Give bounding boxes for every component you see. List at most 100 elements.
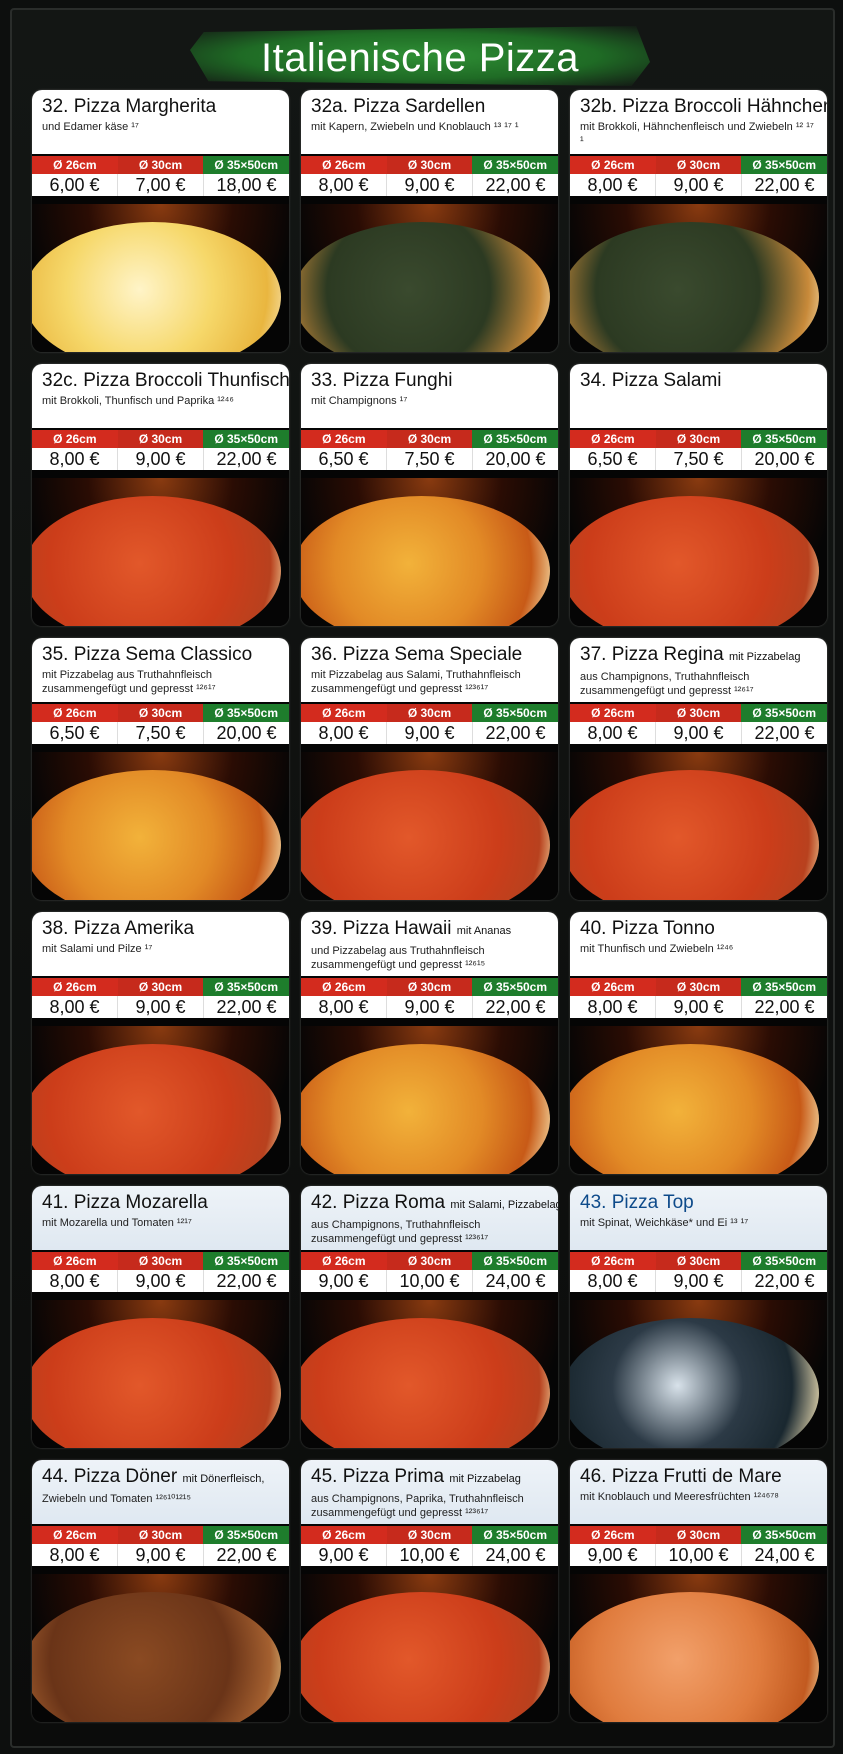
pizza-card[interactable]: 32c. Pizza Broccoli Thunfisch mit Brokkol… [32, 364, 289, 626]
pizza-card-header: 46. Pizza Frutti de Mare mit Knoblauch un… [570, 1460, 827, 1524]
pizza-card[interactable]: 42. Pizza Roma mit Salami, Pizzabelag aus… [301, 1186, 558, 1448]
pizza-photo [570, 1574, 827, 1722]
pizza-name-text: 32. Pizza Margherita [42, 96, 217, 117]
pizza-name: 32a. Pizza Sardellen [311, 96, 550, 118]
price-p30: 9,00 € [118, 1270, 204, 1292]
price-row: 8,00 €9,00 € 22,00 € [301, 722, 558, 744]
pizza-card-header: 37. Pizza Regina mit Pizzabelag aus Champ… [570, 638, 827, 702]
pizza-image [570, 770, 819, 900]
pizza-card[interactable]: 44. Pizza Döner mit Dönerfleisch, Zwiebel… [32, 1460, 289, 1722]
pizza-description: mit Kapern, Zwiebeln und Knoblauch ¹³ ¹⁷… [311, 121, 519, 133]
pizza-card[interactable]: 41. Pizza Mozarella mit Mozarella und Tom… [32, 1186, 289, 1448]
pizza-photo [570, 1026, 827, 1174]
size-label-l: Ø 35×50cm [741, 978, 827, 996]
pizza-photo [32, 1300, 289, 1448]
pizza-card-header: 34. Pizza Salami [570, 364, 827, 428]
pizza-card[interactable]: 37. Pizza Regina mit Pizzabelag aus Champ… [570, 638, 827, 900]
pizza-card-header: 40. Pizza Tonno mit Thunfisch und Zwiebel… [570, 912, 827, 976]
size-row: Ø 26cm Ø 30cm Ø 35×50cm [301, 1526, 558, 1544]
price-p26: 6,00 € [32, 174, 118, 196]
price-p26: 8,00 € [570, 174, 656, 196]
size-label-s: Ø 26cm [32, 978, 118, 996]
price-p30: 9,00 € [656, 1270, 742, 1292]
price-p26: 8,00 € [301, 996, 387, 1018]
size-label-l: Ø 35×50cm [203, 1526, 289, 1544]
pizza-name-text: 34. Pizza Salami [580, 370, 722, 391]
price-row: 9,00 €10,00 € 24,00 € [570, 1544, 827, 1566]
price-row: 8,00 €9,00 € 22,00 € [32, 1270, 289, 1292]
size-label-s: Ø 26cm [570, 1526, 656, 1544]
pizza-name-suffix: mit Dönerfleisch, [182, 1473, 265, 1485]
pizza-card[interactable]: 32a. Pizza Sardellen mit Kapern, Zwiebeln… [301, 90, 558, 352]
pizza-card[interactable]: 40. Pizza Tonno mit Thunfisch und Zwiebel… [570, 912, 827, 1174]
size-label-l: Ø 35×50cm [472, 430, 558, 448]
pizza-name: 44. Pizza Döner mit Dönerfleisch, [42, 1466, 281, 1490]
pizza-name-suffix: mit Pizzabelag [728, 651, 801, 663]
size-label-m: Ø 30cm [386, 430, 473, 448]
price-row: 8,00 €9,00 € 22,00 € [32, 1544, 289, 1566]
price-p26: 8,00 € [570, 722, 656, 744]
pizza-card-header: 33. Pizza Funghi mit Champignons ¹⁷ [301, 364, 558, 428]
pizza-description: mit Pizzabelag aus Salami, Truthahnfleis… [311, 669, 521, 695]
pizza-name-text: 38. Pizza Amerika [42, 918, 195, 939]
pizza-image [570, 222, 819, 352]
size-label-m: Ø 30cm [117, 1526, 204, 1544]
pizza-description: aus Champignons, Truthahnfleisch zusamme… [311, 1219, 489, 1245]
price-row: 8,00 €9,00 € 22,00 € [570, 722, 827, 744]
pizza-card[interactable]: 43. Pizza Top mit Spinat, Weichkäse* und … [570, 1186, 827, 1448]
pizza-card[interactable]: 38. Pizza Amerika mit Salami und Pilze ¹⁷… [32, 912, 289, 1174]
pizza-card-header: 41. Pizza Mozarella mit Mozarella und Tom… [32, 1186, 289, 1250]
pizza-name: 35. Pizza Sema Classico [42, 644, 281, 666]
pizza-card[interactable]: 46. Pizza Frutti de Mare mit Knoblauch un… [570, 1460, 827, 1722]
pizza-name: 32b. Pizza Broccoli Hähnchen [580, 96, 827, 118]
pizza-card[interactable]: 32b. Pizza Broccoli Hähnchen mit Brokkoli… [570, 90, 827, 352]
pizza-name-text: 40. Pizza Tonno [580, 918, 715, 939]
pizza-card[interactable]: 39. Pizza Hawaii mit Ananas und Pizzabela… [301, 912, 558, 1174]
pizza-card-header: 32b. Pizza Broccoli Hähnchen mit Brokkoli… [570, 90, 827, 154]
pizza-name-text: 37. Pizza Regina [580, 644, 724, 665]
pizza-card[interactable]: 32. Pizza Margherita und Edamer käse ¹⁷ Ø … [32, 90, 289, 352]
pizza-name-text: 33. Pizza Funghi [311, 370, 453, 391]
size-label-m: Ø 30cm [386, 1526, 473, 1544]
pizza-name: 34. Pizza Salami [580, 370, 819, 392]
size-label-m: Ø 30cm [655, 1526, 742, 1544]
price-p26: 8,00 € [32, 448, 118, 470]
price-p35: 22,00 € [754, 174, 815, 195]
pizza-name: 36. Pizza Sema Speciale [311, 644, 550, 666]
pizza-name-suffix: mit Pizzabelag [449, 1473, 521, 1485]
price-p30: 10,00 € [656, 1544, 742, 1566]
pizza-name: 40. Pizza Tonno [580, 918, 819, 940]
price-p35: 18,00 € [216, 174, 277, 195]
pizza-photo [301, 1026, 558, 1174]
pizza-description: mit Pizzabelag aus Truthahnfleisch zusam… [42, 669, 216, 695]
pizza-image [301, 770, 550, 900]
price-p30: 9,00 € [118, 448, 204, 470]
size-row: Ø 26cm Ø 30cm Ø 35×50cm [570, 978, 827, 996]
price-row: 8,00 €9,00 € 22,00 € [570, 996, 827, 1018]
price-p26: 6,50 € [301, 448, 387, 470]
pizza-photo [301, 1300, 558, 1448]
pizza-card[interactable]: 34. Pizza Salami Ø 26cm Ø 30cm Ø 35×50cm 6,5… [570, 364, 827, 626]
price-row: 6,00 €7,00 € 18,00 € [32, 174, 289, 196]
size-label-s: Ø 26cm [301, 156, 387, 174]
size-label-s: Ø 26cm [301, 1252, 387, 1270]
size-row: Ø 26cm Ø 30cm Ø 35×50cm [570, 156, 827, 174]
size-label-m: Ø 30cm [655, 704, 742, 722]
pizza-card[interactable]: 45. Pizza Prima mit Pizzabelag aus Champi… [301, 1460, 558, 1722]
pizza-name: 43. Pizza Top [580, 1192, 819, 1214]
pizza-name-suffix: mit Salami, Pizzabelag [450, 1199, 558, 1211]
pizza-name-text: 45. Pizza Prima [311, 1466, 445, 1487]
price-p26: 8,00 € [570, 1270, 656, 1292]
size-label-m: Ø 30cm [655, 430, 742, 448]
size-label-l: Ø 35×50cm [741, 1252, 827, 1270]
price-p35: 20,00 € [216, 722, 277, 743]
pizza-description: mit Thunfisch und Zwiebeln ¹²⁴⁶ [580, 943, 734, 955]
pizza-card-header: 43. Pizza Top mit Spinat, Weichkäse* und … [570, 1186, 827, 1250]
size-label-m: Ø 30cm [117, 430, 204, 448]
price-p30: 7,50 € [118, 722, 204, 744]
pizza-card[interactable]: 35. Pizza Sema Classico mit Pizzabelag au… [32, 638, 289, 900]
pizza-card[interactable]: 33. Pizza Funghi mit Champignons ¹⁷ Ø 26cm… [301, 364, 558, 626]
pizza-card[interactable]: 36. Pizza Sema Speciale mit Pizzabelag au… [301, 638, 558, 900]
size-label-m: Ø 30cm [117, 156, 204, 174]
pizza-description: aus Champignons, Truthahnfleisch zusamme… [580, 671, 754, 697]
